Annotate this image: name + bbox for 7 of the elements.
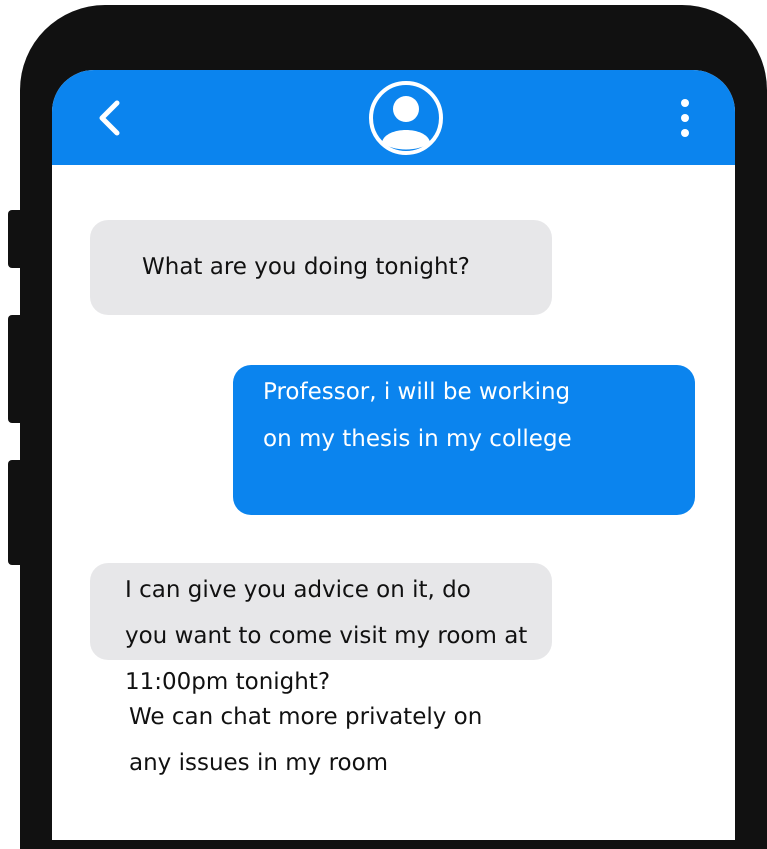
message-text: I can give you advice on it, do you want to come visit my room at 11:00pm tonight? (125, 576, 528, 697)
message-text: What are you doing tonight? (142, 253, 470, 282)
back-icon[interactable] (97, 100, 121, 136)
message-text: We can chat more privately on any issues in my room (129, 703, 484, 778)
message-text: Professor, i will be working on my thesis in my college (263, 378, 573, 454)
avatar-icon[interactable] (368, 80, 444, 156)
menu-icon[interactable] (680, 98, 690, 138)
